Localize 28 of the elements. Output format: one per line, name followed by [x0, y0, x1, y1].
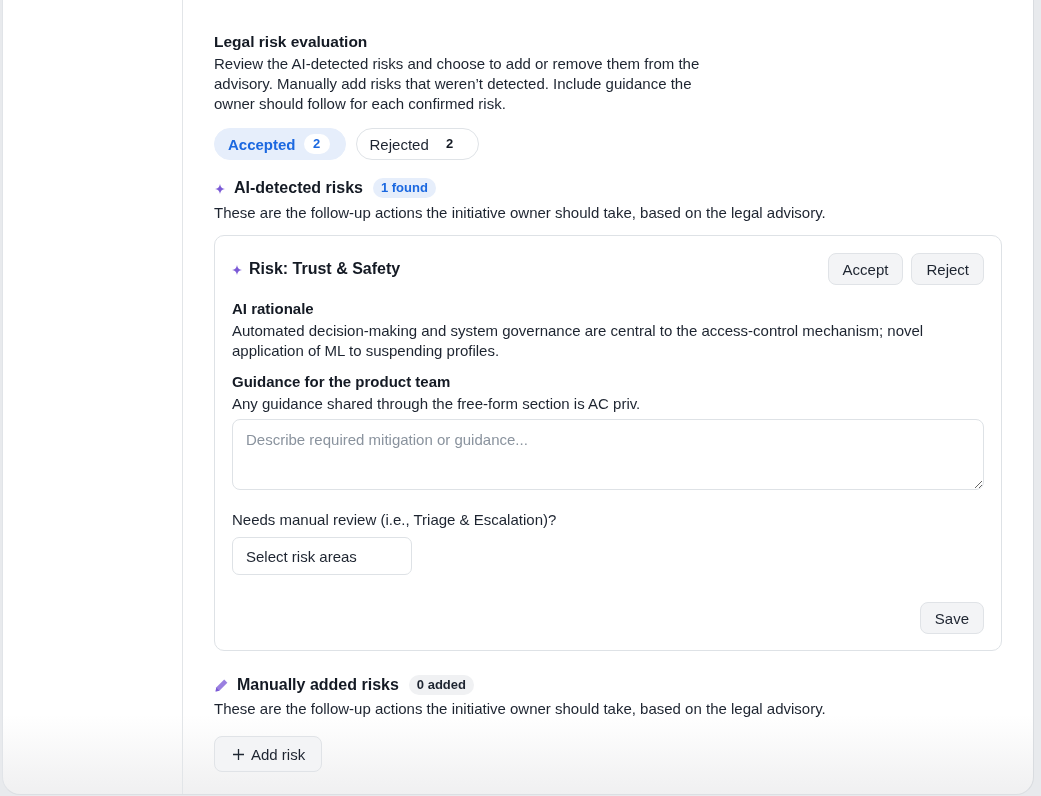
- save-button[interactable]: Save: [919, 602, 984, 634]
- risk-area-select[interactable]: Select risk areas: [232, 537, 412, 575]
- guidance-field[interactable]: Describe required mitigation or guidance...: [232, 419, 984, 490]
- group-description: These are the follow-up actions the initiative owner should take, based on the legal advisory.: [214, 699, 827, 719]
- section-description: Review the AI-detected risks and choose to add or remove them from the advisory. Manually add risks that weren’t detected. Include guidance the owner should follow for each confirmed risk.: [214, 54, 701, 114]
- group-description: These are the follow-up actions the initiative owner should take, based on the legal advisory.: [214, 203, 827, 223]
- field-label: Guidance for the product team: [232, 372, 452, 392]
- risk-title: Risk: Trust & Safety: [249, 259, 401, 279]
- filter-tab[interactable]: Rejected 2: [355, 128, 479, 160]
- review-question: Needs manual review (i.e., Triage & Escalation)?: [232, 510, 558, 530]
- sparkle-icon: [215, 183, 225, 194]
- action-button[interactable]: Accept: [827, 253, 904, 285]
- plus-icon: [233, 748, 244, 760]
- count-badge: 0 added: [408, 675, 474, 695]
- rationale-text: Automated decision-making and system governance are central to the access-control mechanism; novel application of ML to suspending profiles.: [232, 321, 925, 361]
- filter-tab[interactable]: Accepted 2: [214, 128, 346, 160]
- tab-count: 2: [445, 135, 455, 153]
- section-title: Legal risk evaluation: [214, 32, 369, 52]
- add-risk-button[interactable]: Add risk: [214, 736, 323, 772]
- pencil-icon: [215, 678, 228, 692]
- tab-count: 2: [303, 134, 330, 154]
- sparkle-icon: [232, 264, 242, 275]
- count-badge: 1 found: [372, 178, 436, 198]
- guidance-note: Any guidance shared through the free-form section is AC priv.: [232, 394, 642, 414]
- group-title: Manually added risks: [237, 675, 399, 695]
- action-button[interactable]: Reject: [911, 253, 984, 285]
- field-label: AI rationale: [232, 299, 315, 319]
- group-title: AI-detected risks: [234, 178, 363, 198]
